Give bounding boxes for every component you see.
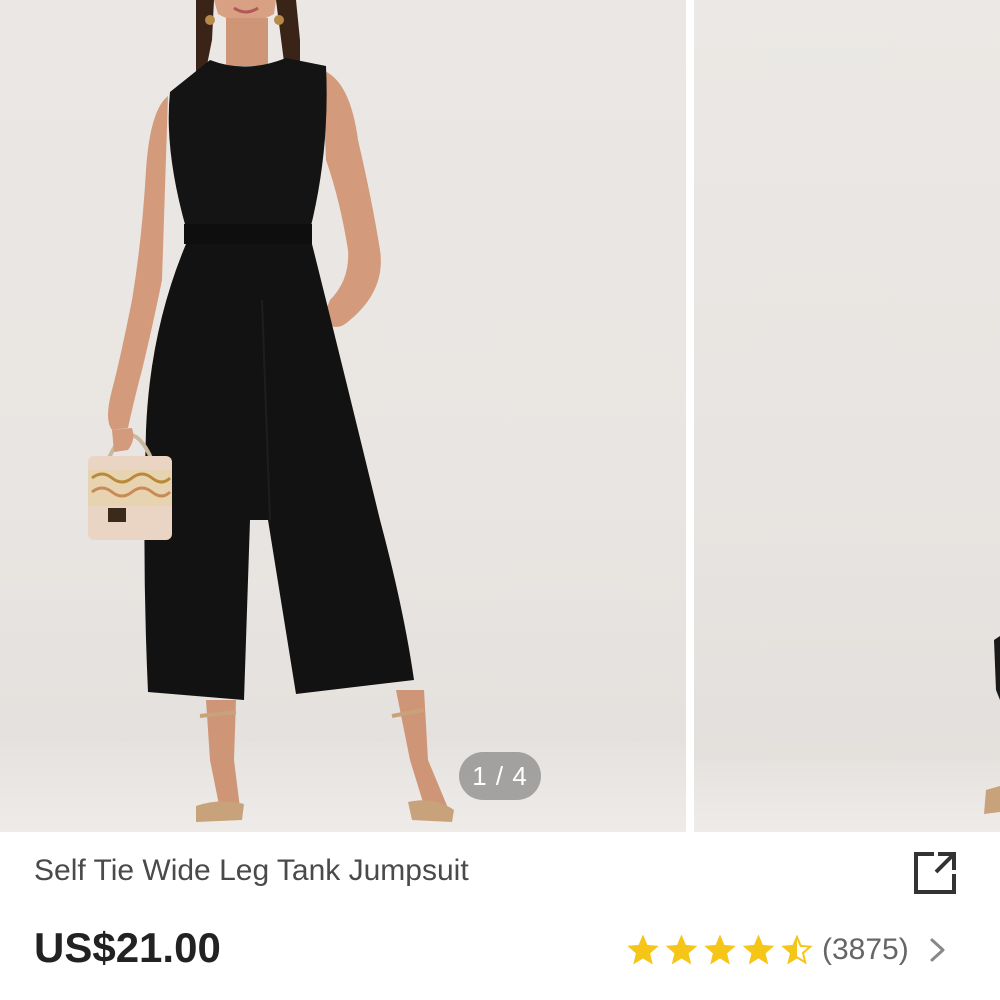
product-image-slide-2[interactable] [694,0,1000,832]
star-icon [781,935,813,965]
product-image-carousel[interactable]: 1 / 4 [0,0,1000,832]
share-button[interactable] [910,846,962,898]
star-icon [742,935,775,965]
product-photo-jumpsuit [88,0,454,822]
product-info-section: Self Tie Wide Leg Tank Jumpsuit US$21.00… [0,832,1000,1000]
star-icon [665,935,698,965]
review-count: (3875) [822,933,909,966]
product-title: Self Tie Wide Leg Tank Jumpsuit [34,854,469,887]
product-image-slide-1[interactable]: 1 / 4 [0,0,686,832]
star-icon [628,935,659,965]
image-counter-badge: 1 / 4 [459,752,541,800]
product-price: US$21.00 [34,924,221,971]
product-photo-jumpsuit-alt [984,636,1000,814]
share-external-icon [914,852,956,894]
star-icon [704,935,736,965]
rating-reviews-link[interactable]: (3875) [628,928,949,972]
star-rating [628,935,813,965]
product-detail-page: 1 / 4 Self Tie Wide Leg Tank Jumpsuit US… [0,0,1000,1000]
chevron-right-icon [930,938,945,962]
